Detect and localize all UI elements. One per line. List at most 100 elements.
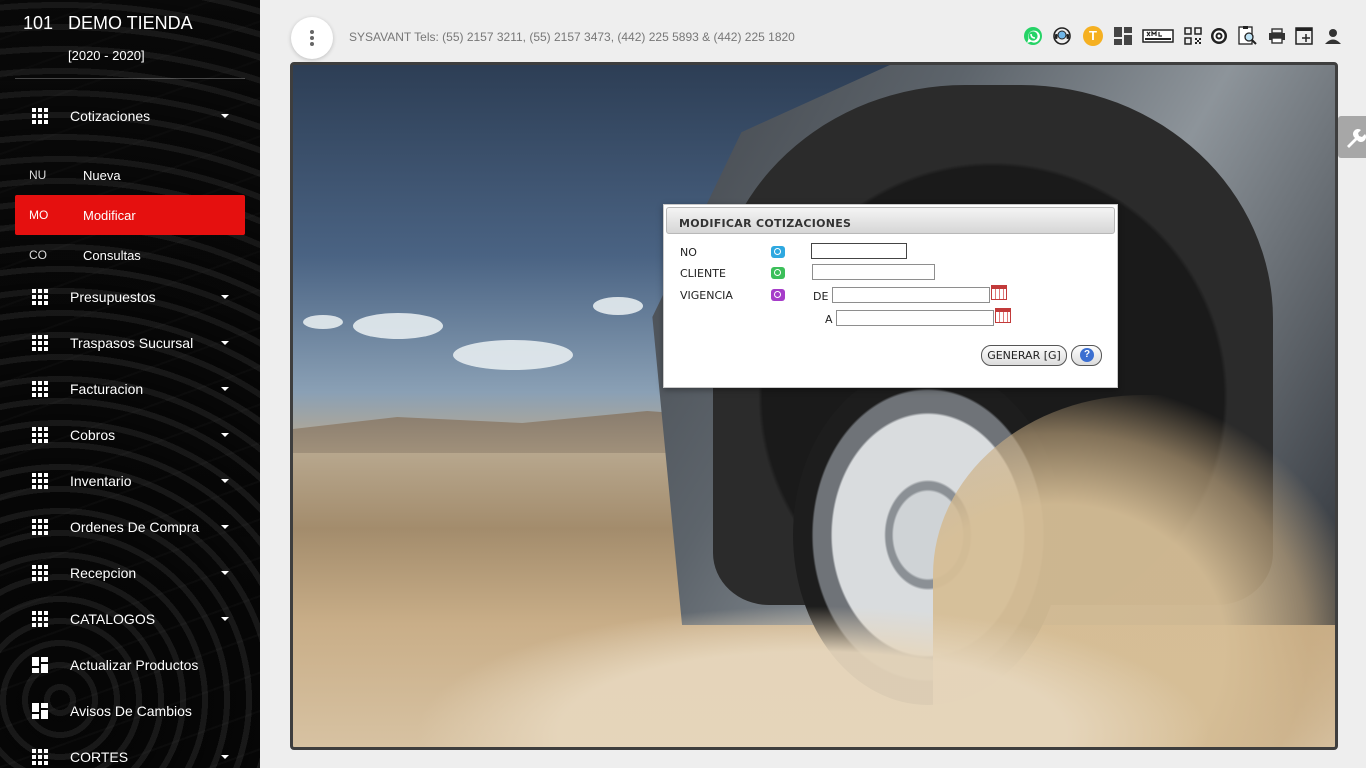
calendar-a-icon[interactable]: [995, 308, 1011, 323]
background-cloud: [453, 340, 573, 370]
caret-down-icon: [221, 755, 229, 759]
subitem-label: Modificar: [83, 208, 136, 223]
sidebar-item-facturacion[interactable]: Facturacion: [0, 369, 260, 409]
vigencia-de-input[interactable]: [832, 287, 990, 303]
sidebar-item-label: CORTES: [70, 749, 129, 765]
sidebar-item-label: Ordenes De Compra: [70, 519, 200, 535]
subitem-abbr: NU: [29, 168, 47, 182]
caret-down-icon: [221, 617, 229, 621]
apps-grid-icon: [32, 381, 48, 397]
dialog-title: MODIFICAR COTIZACIONES: [666, 207, 1115, 234]
company-contact-info: SYSAVANT Tels: (55) 2157 3211, (55) 2157…: [349, 30, 795, 44]
caret-down-icon: [221, 295, 229, 299]
sidebar-subitem-consultas[interactable]: CO Consultas: [15, 235, 245, 275]
sidebar-item-label: Inventario: [70, 473, 132, 489]
apps-grid-icon: [32, 289, 48, 305]
sidebar-item-traspasos-sucursal[interactable]: Traspasos Sucursal: [0, 323, 260, 363]
sidebar-item-label: Traspasos Sucursal: [70, 335, 194, 351]
caret-down-icon: [221, 571, 229, 575]
fiscal-years: [2020 - 2020]: [68, 48, 145, 63]
caret-down-icon: [221, 114, 229, 118]
xml-icon[interactable]: [1142, 26, 1174, 46]
report-search-icon[interactable]: [1237, 26, 1259, 46]
no-input[interactable]: [811, 243, 907, 259]
search-cliente-icon[interactable]: [771, 267, 785, 279]
vigencia-a-input[interactable]: [836, 310, 994, 326]
sidebar-item-cortes[interactable]: CORTES: [0, 737, 260, 768]
apps-grid-icon: [32, 519, 48, 535]
a-label: A: [825, 313, 833, 326]
dashboard-icon: [32, 703, 48, 719]
sidebar-item-recepcion[interactable]: Recepcion: [0, 553, 260, 593]
sidebar-item-label: Cotizaciones: [70, 108, 151, 124]
sidebar-item-label: Facturacion: [70, 381, 144, 397]
generate-button[interactable]: GENERAR [G]: [981, 345, 1067, 366]
caret-down-icon: [221, 525, 229, 529]
subitem-abbr: CO: [29, 248, 47, 262]
settings-tab[interactable]: [1338, 116, 1366, 158]
de-label: DE: [813, 290, 829, 303]
badge-letter: T: [1089, 28, 1097, 43]
no-label: NO: [680, 246, 697, 259]
dashboard-icon[interactable]: [1113, 26, 1133, 46]
background-cloud: [303, 315, 343, 329]
dashboard-icon: [32, 657, 48, 673]
new-window-icon[interactable]: [1294, 26, 1314, 46]
caret-down-icon: [221, 479, 229, 483]
help-button[interactable]: ?: [1071, 345, 1102, 366]
target-icon[interactable]: [1209, 26, 1229, 46]
sidebar-item-label: Recepcion: [70, 565, 137, 581]
sidebar: 101 DEMO TIENDA [2020 - 2020] Cotizacione…: [0, 0, 260, 768]
qr-code-icon[interactable]: [1183, 26, 1203, 46]
apps-grid-icon: [32, 565, 48, 581]
sidebar-item-label: Avisos De Cambios: [70, 703, 192, 719]
sidebar-item-label: Cobros: [70, 427, 116, 443]
search-no-icon[interactable]: [771, 246, 785, 258]
sidebar-item-actualizar-productos[interactable]: Actualizar Productos: [0, 645, 260, 685]
background-cloud: [593, 297, 643, 315]
sidebar-item-cobros[interactable]: Cobros: [0, 415, 260, 455]
apps-grid-icon: [32, 427, 48, 443]
apps-grid-icon: [32, 473, 48, 489]
sidebar-item-inventario[interactable]: Inventario: [0, 461, 260, 501]
wrench-icon: [1347, 129, 1366, 148]
sidebar-item-label: Presupuestos: [70, 289, 156, 305]
caret-down-icon: [221, 433, 229, 437]
more-menu-button[interactable]: [291, 17, 333, 59]
store-number: 101: [23, 13, 54, 33]
modify-quotes-dialog: MODIFICAR COTIZACIONES NO CLIENTE VIGENC…: [663, 204, 1118, 388]
printer-icon[interactable]: [1267, 26, 1287, 46]
sidebar-item-label: Actualizar Productos: [70, 657, 199, 673]
account-icon[interactable]: [1323, 26, 1343, 46]
sidebar-item-cotizaciones[interactable]: Cotizaciones: [0, 96, 260, 136]
apps-grid-icon: [32, 108, 48, 124]
apps-grid-icon: [32, 611, 48, 627]
sidebar-item-avisos-de-cambios[interactable]: Avisos De Cambios: [0, 691, 260, 731]
sidebar-divider: [15, 78, 245, 79]
caret-down-icon: [221, 341, 229, 345]
apps-grid-icon: [32, 749, 48, 765]
support-agent-icon[interactable]: [1052, 26, 1072, 46]
apps-grid-icon: [32, 335, 48, 351]
subitem-label: Nueva: [83, 168, 121, 183]
sidebar-item-presupuestos[interactable]: Presupuestos: [0, 277, 260, 317]
vigencia-label: VIGENCIA: [680, 289, 733, 302]
calendar-de-icon[interactable]: [991, 285, 1007, 300]
caret-down-icon: [221, 387, 229, 391]
subitem-label: Consultas: [83, 248, 141, 263]
background-cloud: [353, 313, 443, 339]
store-name: DEMO TIENDA: [68, 13, 193, 33]
sidebar-item-ordenes-de-compra[interactable]: Ordenes De Compra: [0, 507, 260, 547]
subitem-abbr: MO: [29, 208, 49, 222]
main-content-frame: [290, 62, 1338, 750]
whatsapp-icon[interactable]: [1023, 26, 1043, 46]
cliente-label: CLIENTE: [680, 267, 726, 280]
search-vigencia-icon[interactable]: [771, 289, 785, 301]
sidebar-item-label: CATALOGOS: [70, 611, 156, 627]
sidebar-subitem-modificar[interactable]: MO Modificar: [15, 195, 245, 235]
help-icon: ?: [1080, 348, 1094, 362]
cliente-input[interactable]: [812, 264, 935, 280]
user-t-icon[interactable]: T: [1083, 26, 1103, 46]
sidebar-subitem-nueva[interactable]: NU Nueva: [15, 155, 245, 195]
sidebar-item-catalogos[interactable]: CATALOGOS: [0, 599, 260, 639]
